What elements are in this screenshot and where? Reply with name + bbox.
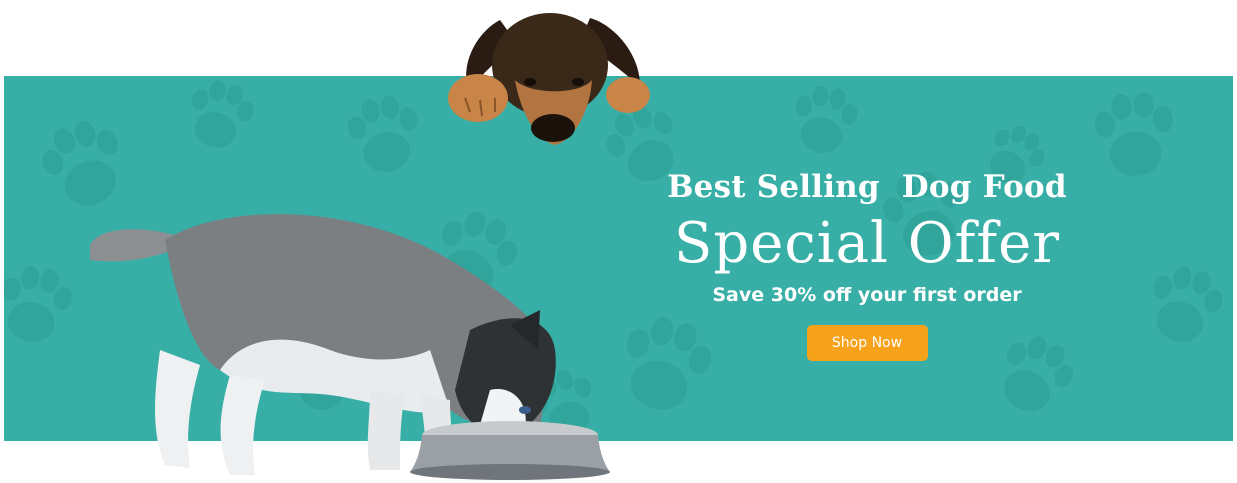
promo-subtitle: Save 30% off your first order	[712, 284, 1022, 306]
promo-headline: Best Selling Dog Food	[667, 169, 1067, 205]
shop-now-button[interactable]: Shop Now	[806, 325, 928, 361]
german-shepherd-puppy-peeking-image	[448, 13, 650, 145]
husky-puppy-eating-from-bowl-image	[90, 214, 610, 480]
promo-text-block: Best Selling Dog Food Special Offer Save…	[660, 165, 1074, 361]
offer-title: Special Offer	[674, 211, 1060, 276]
promo-section: Best Selling Dog Food Special Offer Save…	[0, 0, 1237, 483]
